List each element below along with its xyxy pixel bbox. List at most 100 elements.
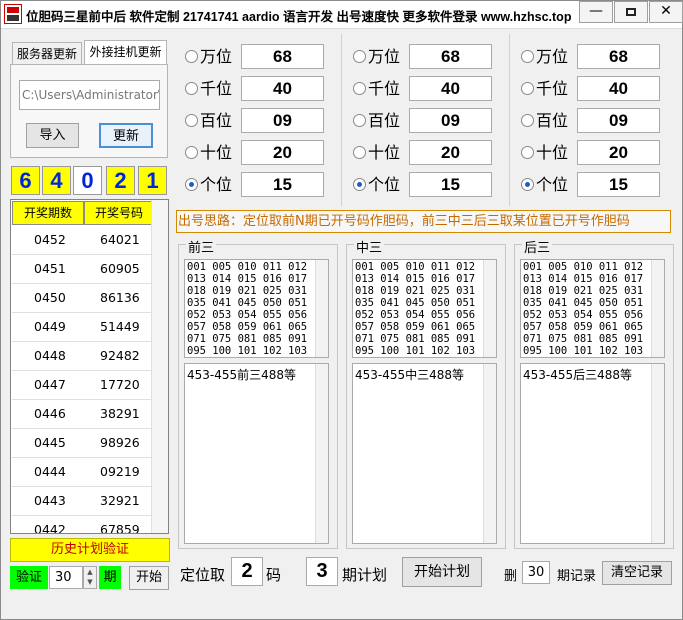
verify-start-button[interactable]: 开始 — [129, 566, 169, 590]
table-row[interactable]: 0450 86136 — [12, 284, 154, 313]
delete-periods-input[interactable]: 30 — [522, 561, 550, 584]
table-row[interactable]: 0451 60905 — [12, 255, 154, 284]
minimize-button[interactable]: — — [579, 1, 613, 23]
number-list-scrollbar[interactable] — [483, 260, 496, 357]
tab-server-update[interactable]: 服务器更新 — [12, 42, 82, 66]
memo-text: 453-455中三488等 — [355, 368, 465, 382]
table-row[interactable]: 0449 51449 — [12, 313, 154, 342]
path-input[interactable]: C:\Users\Administrator\ — [19, 80, 160, 110]
radio-circle-icon[interactable] — [521, 146, 534, 159]
position-value-input[interactable]: 09 — [409, 108, 492, 133]
number-list[interactable]: 001 005 010 011 012 013 014 015 016 017 … — [352, 259, 497, 358]
table-row[interactable]: 0443 32921 — [12, 487, 154, 516]
radio-circle-icon[interactable] — [185, 178, 198, 191]
radio-circle-icon[interactable] — [353, 114, 366, 127]
locate-count-input[interactable]: 2 — [231, 557, 263, 586]
row-number: 09219 — [100, 464, 140, 479]
position-label: 万位 — [200, 47, 233, 66]
row-number: 64021 — [100, 232, 140, 247]
position-value-input[interactable]: 15 — [409, 172, 492, 197]
update-button[interactable]: 更新 — [99, 123, 153, 148]
plan-periods-input[interactable]: 3 — [306, 557, 338, 586]
spin-down-icon[interactable]: ▼ — [87, 578, 92, 586]
radio-circle-icon[interactable] — [185, 114, 198, 127]
row-number: 17720 — [100, 377, 140, 392]
window-title: 位胆码三星前中后 软件定制 21741741 aardio 语言开发 出号速度快… — [26, 10, 572, 24]
position-value-input[interactable]: 09 — [241, 108, 324, 133]
position-label: 个位 — [200, 175, 233, 194]
clear-records-button[interactable]: 清空记录 — [602, 561, 672, 585]
import-button[interactable]: 导入 — [26, 123, 79, 148]
radio-circle-icon[interactable] — [185, 146, 198, 159]
position-value-input[interactable]: 20 — [409, 140, 492, 165]
title-bar: 位胆码三星前中后 软件定制 21741741 aardio 语言开发 出号速度快… — [1, 1, 683, 29]
history-header: 开奖期数 开奖号码 — [12, 201, 155, 225]
memo-scrollbar[interactable] — [315, 364, 328, 543]
tab-external-update[interactable]: 外接挂机更新 — [84, 40, 167, 64]
table-row[interactable]: 0442 67859 — [12, 516, 154, 534]
position-value-input[interactable]: 09 — [577, 108, 660, 133]
radio-circle-icon[interactable] — [185, 50, 198, 63]
position-value-input[interactable]: 68 — [409, 44, 492, 69]
maximize-button[interactable] — [614, 1, 648, 23]
memo-box[interactable]: 453-455中三488等 — [352, 363, 497, 544]
memo-scrollbar[interactable] — [483, 364, 496, 543]
position-value-input[interactable]: 15 — [577, 172, 660, 197]
spin-up-icon[interactable]: ▲ — [87, 568, 92, 576]
header-number: 开奖号码 — [84, 201, 154, 225]
verify-label: 验证 — [10, 566, 48, 589]
table-row[interactable]: 0452 64021 — [12, 226, 154, 255]
verify-spinner[interactable]: ▲ ▼ — [83, 566, 97, 589]
panel-divider — [341, 34, 342, 206]
radio-circle-icon[interactable] — [185, 82, 198, 95]
maximize-icon — [626, 8, 636, 16]
position-value-input[interactable]: 40 — [241, 76, 324, 101]
history-scrollbar[interactable] — [151, 200, 168, 533]
memo-scrollbar[interactable] — [651, 364, 664, 543]
close-icon: ✕ — [660, 3, 672, 19]
app-logo-icon — [4, 4, 22, 24]
memo-box[interactable]: 453-455前三488等 — [184, 363, 329, 544]
row-period: 0447 — [34, 377, 66, 392]
start-plan-button[interactable]: 开始计划 — [402, 557, 482, 587]
position-label: 百位 — [536, 111, 569, 130]
verify-unit-label: 期 — [99, 566, 121, 589]
radio-circle-icon[interactable] — [353, 50, 366, 63]
radio-circle-icon[interactable] — [353, 82, 366, 95]
verify-periods-input[interactable]: 30 — [49, 566, 83, 589]
row-period: 0448 — [34, 348, 66, 363]
radio-circle-icon[interactable] — [521, 82, 534, 95]
history-table[interactable]: 开奖期数 开奖号码 0452 64021 0451 60905 0450 86136 044… — [10, 199, 169, 534]
number-list[interactable]: 001 005 010 011 012 013 014 015 016 017 … — [184, 259, 329, 358]
position-label: 万位 — [368, 47, 401, 66]
radio-circle-icon[interactable] — [353, 146, 366, 159]
table-row[interactable]: 0444 09219 — [12, 458, 154, 487]
position-value-input[interactable]: 68 — [241, 44, 324, 69]
position-value-input[interactable]: 68 — [577, 44, 660, 69]
group-title: 前三 — [186, 237, 217, 256]
position-value-input[interactable]: 40 — [577, 76, 660, 101]
row-number: 32921 — [100, 493, 140, 508]
position-value-input[interactable]: 15 — [241, 172, 324, 197]
close-button[interactable]: ✕ — [649, 1, 683, 23]
number-list-scrollbar[interactable] — [651, 260, 664, 357]
radio-circle-icon[interactable] — [521, 178, 534, 191]
number-list-scrollbar[interactable] — [315, 260, 328, 357]
table-row[interactable]: 0446 38291 — [12, 400, 154, 429]
table-row[interactable]: 0445 98926 — [12, 429, 154, 458]
radio-circle-icon[interactable] — [353, 178, 366, 191]
position-value-input[interactable]: 20 — [577, 140, 660, 165]
position-label: 个位 — [536, 175, 569, 194]
table-row[interactable]: 0447 17720 — [12, 371, 154, 400]
group-title: 后三 — [522, 237, 553, 256]
row-period: 0442 — [34, 522, 66, 534]
position-value-input[interactable]: 20 — [241, 140, 324, 165]
radio-circle-icon[interactable] — [521, 50, 534, 63]
memo-box[interactable]: 453-455后三488等 — [520, 363, 665, 544]
position-label: 个位 — [368, 175, 401, 194]
position-label: 千位 — [368, 79, 401, 98]
table-row[interactable]: 0448 92482 — [12, 342, 154, 371]
radio-circle-icon[interactable] — [521, 114, 534, 127]
position-value-input[interactable]: 40 — [409, 76, 492, 101]
number-list[interactable]: 001 005 010 011 012 013 014 015 016 017 … — [520, 259, 665, 358]
